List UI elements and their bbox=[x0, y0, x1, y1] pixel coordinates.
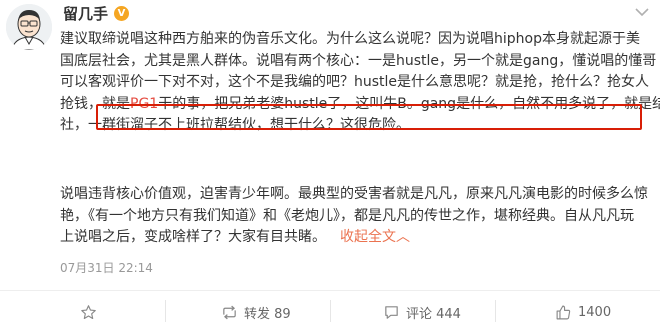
post-paragraph-2: 说唱违背核心价值观，迫害青少年啊。最典型的受害者就是凡凡，原来凡凡演电影的时候多… bbox=[60, 184, 650, 249]
favorite-button[interactable] bbox=[80, 302, 97, 322]
like-button[interactable]: 1400 bbox=[555, 302, 611, 322]
like-count: 1400 bbox=[578, 304, 612, 320]
collapse-text-link[interactable]: 收起全文 bbox=[340, 229, 396, 245]
post-timestamp[interactable]: 07月31日 22:14 bbox=[60, 259, 153, 276]
post-text-line: 艳，《有一个地方只有我们知道》和《老炮儿》，都是凡凡的传世之作，堪称经典。自从凡… bbox=[60, 207, 634, 224]
repost-icon bbox=[223, 305, 236, 319]
post-text-line: 说唱违背核心价值观，迫害青少年啊。最典型的受害者就是凡凡，原来凡凡演电影的时候多… bbox=[60, 186, 648, 202]
star-icon bbox=[81, 304, 96, 319]
comment-count: 评论 444 bbox=[406, 306, 461, 322]
post-text-line: 国底层社会，尤其是黑人群体。说唱有两个核心：一是hustle，另一个就是gang… bbox=[60, 52, 657, 69]
repost-button[interactable]: 转发 89 bbox=[221, 302, 291, 322]
action-separator bbox=[330, 300, 331, 322]
repost-count: 转发 89 bbox=[244, 306, 291, 322]
chevron-up-icon[interactable]: ︿ bbox=[396, 229, 410, 245]
action-separator bbox=[495, 300, 496, 322]
comment-icon bbox=[385, 305, 398, 319]
thumbs-up-icon bbox=[556, 305, 571, 319]
action-bar-divider bbox=[0, 290, 660, 291]
chevron-down-icon[interactable] bbox=[634, 6, 650, 18]
post-text-line: 可以客观评价一下对不对，这个不是我编的吧？hustle是什么意思呢？就是抢，抢什… bbox=[60, 74, 650, 90]
highlight-annotation-box bbox=[96, 104, 642, 130]
verified-badge-icon: V bbox=[114, 6, 129, 21]
avatar[interactable] bbox=[6, 4, 52, 50]
comment-button[interactable]: 评论 444 bbox=[383, 302, 461, 322]
username[interactable]: 留几手 bbox=[63, 5, 108, 23]
action-separator bbox=[165, 300, 166, 322]
weibo-post-card: 留几手 V 建议取缔说唱这种西方舶来的伪音乐文化。为什么这么说呢？因为说唱hip… bbox=[0, 0, 660, 328]
post-text-fragment: 上说唱之后，变成啥样了？大家有目共睹。 bbox=[60, 229, 326, 245]
post-text-line: 建议取缔说唱这种西方舶来的伪音乐文化。为什么这么说呢？因为说唱hiphop本身就… bbox=[60, 31, 640, 47]
post-text-line: 上说唱之后，变成啥样了？大家有目共睹。 收起全文︿ bbox=[60, 227, 650, 249]
